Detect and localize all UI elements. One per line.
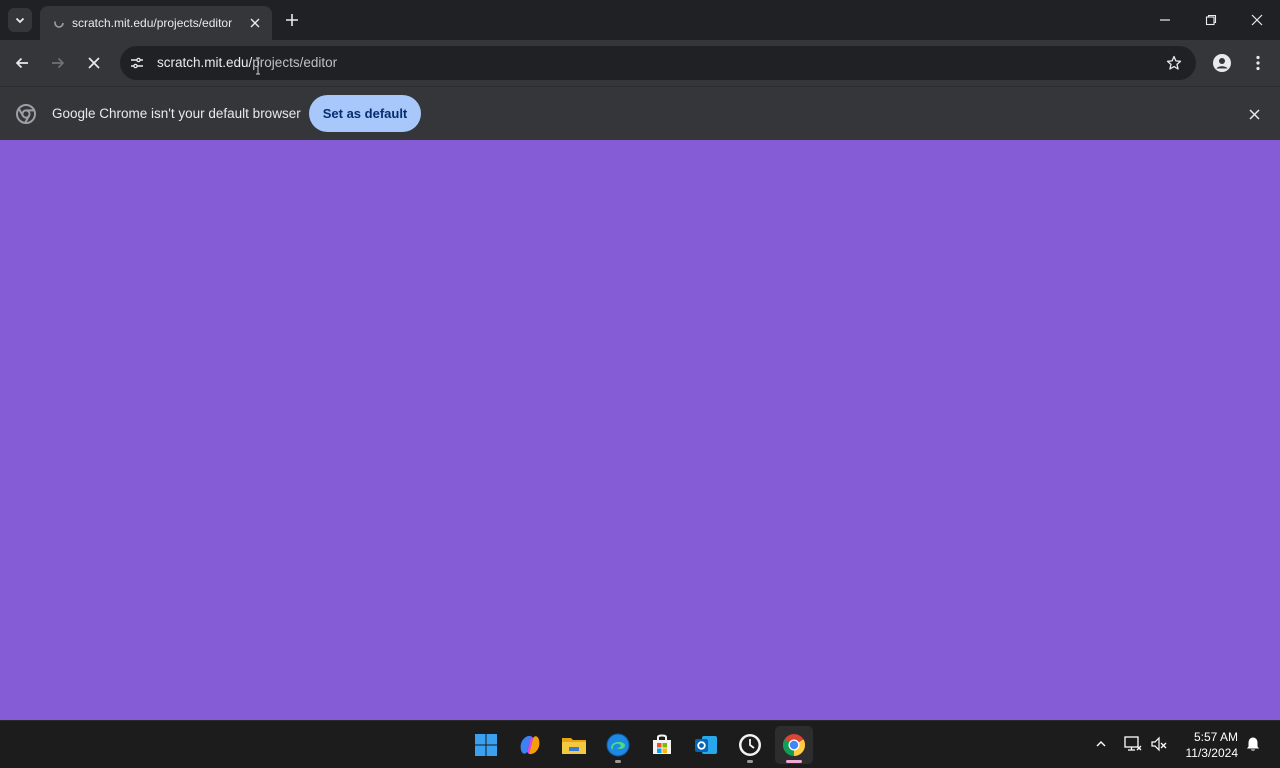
restore-icon — [1205, 14, 1217, 26]
profile-icon[interactable] — [1210, 51, 1234, 75]
close-icon — [88, 57, 100, 69]
plus-icon — [286, 14, 298, 26]
chrome-logo-icon — [16, 104, 36, 124]
chevron-down-icon — [15, 17, 25, 24]
store-icon[interactable] — [643, 726, 681, 764]
outlook-icon[interactable] — [687, 726, 725, 764]
taskbar-clock[interactable]: 5:57 AM 11/3/2024 — [1172, 729, 1239, 761]
arrow-left-icon — [15, 57, 28, 69]
url-text: scratch.mit.edu/projects/editor — [157, 55, 337, 70]
scratch-editor-loading-page — [0, 140, 1280, 720]
tab-title: scratch.mit.edu/projects/editor — [72, 16, 233, 30]
stop-loading-button[interactable] — [79, 48, 109, 78]
edge-icon[interactable] — [599, 726, 637, 764]
bookmark-star-icon[interactable] — [1164, 53, 1184, 73]
tab-close-icon[interactable] — [246, 14, 264, 32]
forward-button[interactable] — [43, 48, 73, 78]
loading-icon — [52, 16, 66, 30]
infobar-close-icon[interactable] — [1244, 104, 1264, 124]
copilot-icon[interactable] — [511, 726, 549, 764]
url-domain: scratch.mit.edu/ — [157, 55, 253, 70]
back-button[interactable] — [7, 48, 37, 78]
tab-strip: scratch.mit.edu/projects/editor — [0, 0, 1280, 40]
chrome-icon[interactable] — [775, 726, 813, 764]
close-window-button[interactable] — [1234, 6, 1280, 34]
clock-time: 5:57 AM — [1193, 730, 1238, 744]
windows-taskbar: 5:57 AM 11/3/2024 — [0, 720, 1280, 768]
minimize-button[interactable] — [1142, 6, 1188, 34]
tab-search-button[interactable] — [8, 8, 32, 32]
tab-active[interactable]: scratch.mit.edu/projects/editor — [40, 6, 272, 40]
chevron-up-icon[interactable] — [1090, 733, 1112, 755]
menu-icon[interactable] — [1248, 51, 1268, 75]
running-indicator — [747, 760, 753, 763]
set-as-default-button[interactable]: Set as default — [309, 95, 421, 132]
clock-date: 11/3/2024 — [1185, 746, 1239, 760]
url-path: projects/editor — [252, 55, 338, 70]
arrow-right-icon — [52, 57, 65, 69]
site-info-icon[interactable] — [128, 54, 146, 72]
start-icon[interactable] — [467, 726, 505, 764]
minimize-icon — [1160, 19, 1170, 21]
notification-bell-icon[interactable] — [1242, 733, 1264, 755]
text-cursor-icon — [256, 57, 260, 75]
volume-muted-icon[interactable] — [1148, 733, 1170, 755]
clock-app-icon[interactable] — [731, 726, 769, 764]
new-tab-button[interactable] — [282, 10, 302, 30]
network-icon[interactable] — [1122, 733, 1144, 755]
close-icon — [1251, 14, 1263, 26]
active-indicator — [786, 760, 802, 763]
running-indicator — [615, 760, 621, 763]
restore-button[interactable] — [1188, 6, 1234, 34]
default-browser-infobar: Google Chrome isn't your default browser… — [0, 86, 1280, 140]
infobar-message: Google Chrome isn't your default browser — [52, 106, 301, 121]
file-explorer-icon[interactable] — [555, 726, 593, 764]
browser-toolbar: scratch.mit.edu/projects/editor — [0, 40, 1280, 86]
address-bar[interactable]: scratch.mit.edu/projects/editor — [120, 46, 1196, 80]
